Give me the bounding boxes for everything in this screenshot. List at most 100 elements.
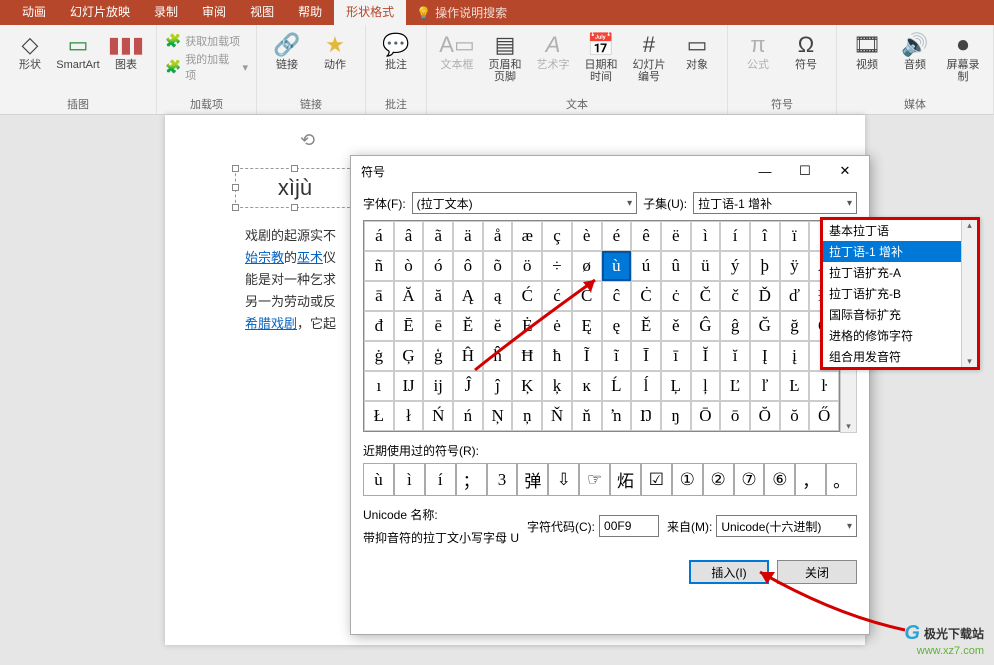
char-cell[interactable]: ö <box>512 251 542 281</box>
link-text[interactable]: 希腊戏剧 <box>245 316 297 331</box>
char-cell[interactable]: ģ <box>423 341 453 371</box>
char-cell[interactable]: ē <box>423 311 453 341</box>
my-addins-button[interactable]: 🧩我的加载项 ▾ <box>165 51 248 83</box>
char-cell[interactable]: õ <box>483 251 513 281</box>
link-text[interactable]: 始宗教 <box>245 250 284 265</box>
recent-char-cell[interactable]: ； <box>456 463 487 496</box>
comment-button[interactable]: 💬批注 <box>374 29 418 73</box>
tab-slideshow[interactable]: 幻灯片放映 <box>58 0 142 25</box>
tab-help[interactable]: 帮助 <box>286 0 334 25</box>
headerfooter-button[interactable]: ▤页眉和页脚 <box>483 29 527 85</box>
char-cell[interactable]: Ć <box>512 281 542 311</box>
char-cell[interactable]: î <box>750 221 780 251</box>
recent-char-cell[interactable]: ù <box>363 463 394 496</box>
char-cell[interactable]: å <box>483 221 513 251</box>
char-cell[interactable]: ī <box>661 341 691 371</box>
char-cell[interactable]: ċ <box>661 281 691 311</box>
char-cell[interactable]: â <box>394 221 424 251</box>
char-cell[interactable]: ŋ <box>661 401 691 431</box>
char-cell[interactable]: Ķ <box>512 371 542 401</box>
char-cell[interactable]: ò <box>394 251 424 281</box>
char-cell[interactable]: ŀ <box>809 371 839 401</box>
recent-char-cell[interactable]: ⑥ <box>764 463 795 496</box>
char-cell[interactable]: ą <box>483 281 513 311</box>
char-cell[interactable]: ÷ <box>542 251 572 281</box>
recent-char-cell[interactable]: í <box>425 463 456 496</box>
cancel-button[interactable]: 关闭 <box>777 560 857 584</box>
char-cell[interactable]: ı <box>364 371 394 401</box>
char-cell[interactable]: ü <box>691 251 721 281</box>
screenrec-button[interactable]: ⏺屏幕录制 <box>941 29 985 85</box>
subset-combo[interactable]: 拉丁语-1 增补 ▾ <box>693 192 857 214</box>
char-cell[interactable]: Ĭ <box>691 341 721 371</box>
char-cell[interactable]: Ń <box>423 401 453 431</box>
char-cell[interactable]: ō <box>720 401 750 431</box>
char-cell[interactable]: ï <box>780 221 810 251</box>
char-cell[interactable]: Ŏ <box>750 401 780 431</box>
char-cell[interactable]: Ő <box>809 401 839 431</box>
char-cell[interactable]: Ł <box>364 401 394 431</box>
char-cell[interactable]: Ĺ <box>602 371 632 401</box>
tab-view[interactable]: 视图 <box>238 0 286 25</box>
equation-button[interactable]: π公式 <box>736 29 780 73</box>
tab-review[interactable]: 审阅 <box>190 0 238 25</box>
datetime-button[interactable]: 📅日期和时间 <box>579 29 623 85</box>
char-cell[interactable]: ĥ <box>483 341 513 371</box>
char-cell[interactable]: Ņ <box>483 401 513 431</box>
char-cell[interactable]: ė <box>542 311 572 341</box>
char-cell[interactable]: ë <box>661 221 691 251</box>
char-cell[interactable]: Ļ <box>661 371 691 401</box>
char-cell[interactable]: ĝ <box>720 311 750 341</box>
recent-char-cell[interactable]: 炻 <box>610 463 641 496</box>
tab-shape-format[interactable]: 形状格式 <box>334 0 406 25</box>
dialog-titlebar[interactable]: 符号 — ☐ ✕ <box>351 156 869 186</box>
char-cell[interactable]: Ă <box>394 281 424 311</box>
char-cell[interactable]: į <box>780 341 810 371</box>
char-cell[interactable]: ĵ <box>483 371 513 401</box>
char-cell[interactable]: Ğ <box>750 311 780 341</box>
recent-char-cell[interactable]: ① <box>672 463 703 496</box>
char-cell[interactable]: Ň <box>542 401 572 431</box>
subset-option[interactable]: 拉丁语扩充-A <box>823 262 961 283</box>
object-button[interactable]: ▭对象 <box>675 29 719 73</box>
recent-char-cell[interactable]: ② <box>703 463 734 496</box>
charcode-input[interactable] <box>599 515 659 537</box>
char-cell[interactable]: Č <box>691 281 721 311</box>
recent-char-cell[interactable]: ì <box>394 463 425 496</box>
char-cell[interactable]: Ģ <box>394 341 424 371</box>
char-cell[interactable]: ļ <box>691 371 721 401</box>
get-addins-button[interactable]: 🧩获取加载项 <box>165 33 248 49</box>
insert-button[interactable]: 插入(I) <box>689 560 769 584</box>
char-cell[interactable]: æ <box>512 221 542 251</box>
char-cell[interactable]: ô <box>453 251 483 281</box>
char-cell[interactable]: Į <box>750 341 780 371</box>
char-cell[interactable]: č <box>720 281 750 311</box>
recent-char-cell[interactable]: ☞ <box>579 463 610 496</box>
subset-option[interactable]: 拉丁语-1 增补 <box>823 241 961 262</box>
char-cell[interactable]: ķ <box>542 371 572 401</box>
char-cell[interactable]: ň <box>572 401 602 431</box>
chart-button[interactable]: ▮▮▮图表 <box>104 29 148 73</box>
subset-option[interactable]: 拉丁语扩充-B <box>823 283 961 304</box>
char-cell[interactable]: ì <box>691 221 721 251</box>
recent-char-cell[interactable]: ☑ <box>641 463 672 496</box>
char-cell[interactable]: ó <box>423 251 453 281</box>
char-cell[interactable]: é <box>602 221 632 251</box>
char-cell[interactable]: ĭ <box>720 341 750 371</box>
char-cell[interactable]: ā <box>364 281 394 311</box>
char-cell[interactable]: Ė <box>512 311 542 341</box>
char-cell[interactable]: ć <box>542 281 572 311</box>
char-cell[interactable]: ä <box>453 221 483 251</box>
char-cell[interactable]: Ľ <box>720 371 750 401</box>
char-cell[interactable]: ê <box>631 221 661 251</box>
char-cell[interactable]: Ħ <box>512 341 542 371</box>
shapes-button[interactable]: ◇形状 <box>8 29 52 73</box>
resize-handle[interactable] <box>232 204 239 211</box>
link-text[interactable]: 巫术 <box>297 250 323 265</box>
font-combo[interactable]: (拉丁文本) ▾ <box>412 192 637 214</box>
char-cell[interactable]: Ą <box>453 281 483 311</box>
char-cell[interactable]: ħ <box>542 341 572 371</box>
minimize-button[interactable]: — <box>745 157 785 185</box>
recent-char-cell[interactable]: ， <box>795 463 826 496</box>
char-cell[interactable]: ņ <box>512 401 542 431</box>
